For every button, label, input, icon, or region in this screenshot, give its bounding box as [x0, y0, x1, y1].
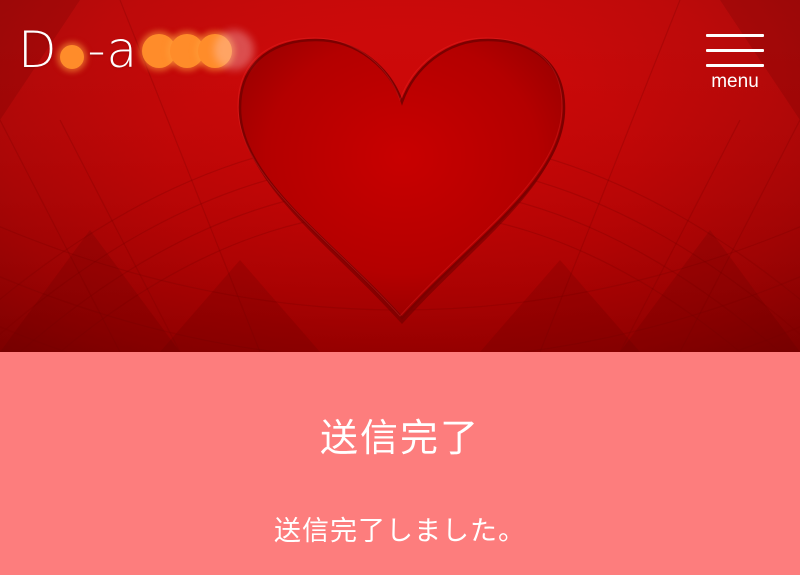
logo-blur-haze — [214, 30, 255, 70]
logo-letters-a: -a — [87, 21, 139, 79]
hamburger-menu-icon — [706, 34, 764, 68]
page-title: 送信完了 — [319, 416, 480, 460]
menu-button[interactable]: menu — [706, 34, 764, 94]
menu-label: menu — [711, 71, 759, 92]
page: D -a menu 送信完了 送信完了しました。 — [0, 0, 800, 575]
hero-banner: D -a menu — [0, 0, 800, 352]
site-logo[interactable]: D -a — [18, 14, 255, 86]
completion-message: 送信完了しました。 — [274, 516, 526, 547]
logo-letter-d: D — [18, 21, 58, 79]
logo-blur-mask — [59, 45, 84, 69]
main-content: 送信完了 送信完了しました。 — [0, 352, 800, 575]
